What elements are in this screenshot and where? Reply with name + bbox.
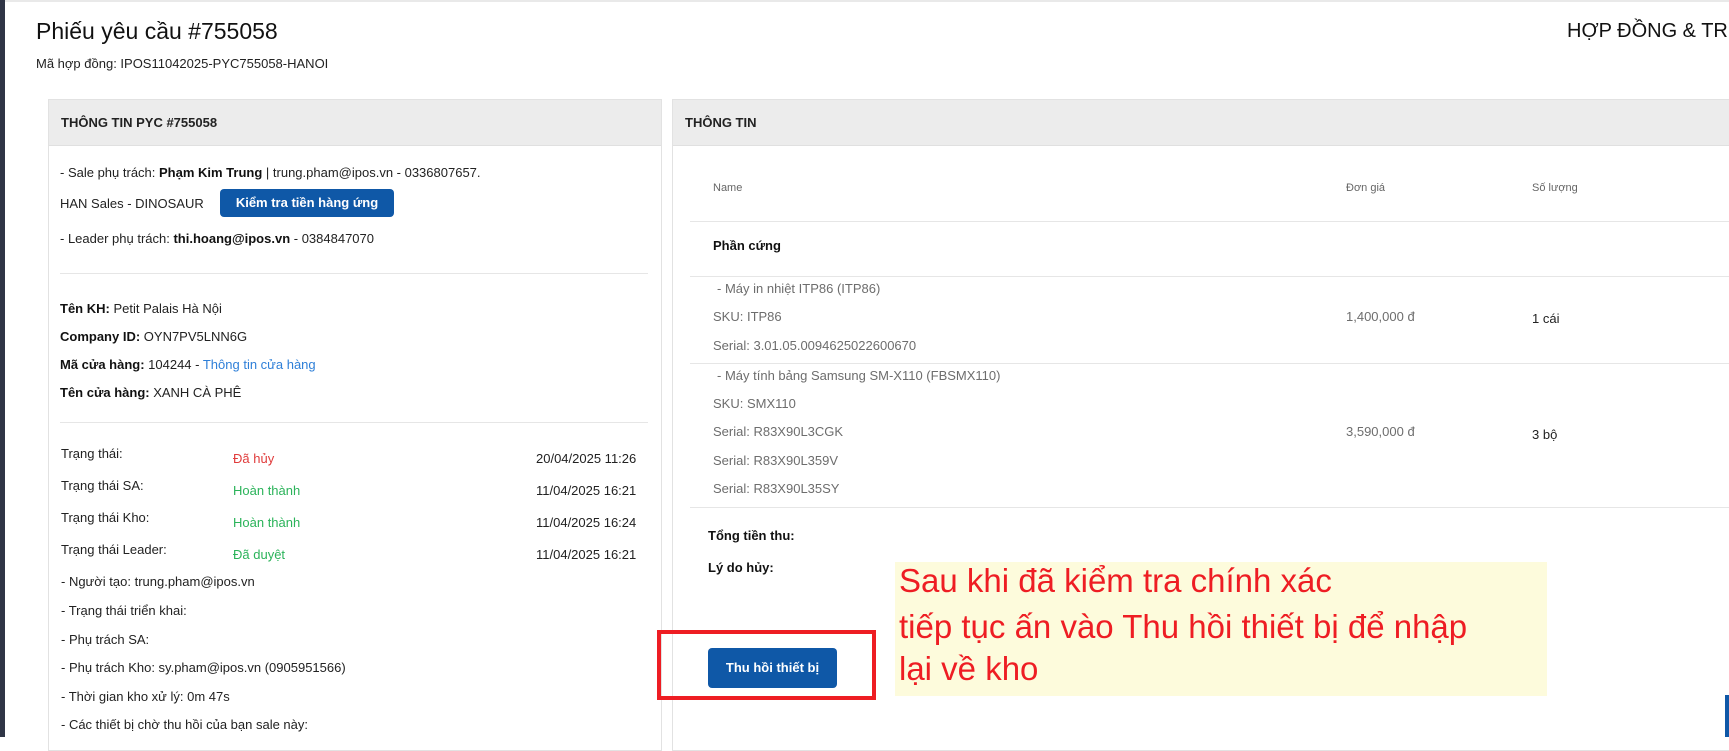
contract-code: Mã hợp đồng: IPOS11042025-PYC755058-HANO… bbox=[36, 56, 329, 71]
item-name: - Máy tính bảng Samsung SM-X110 (FBSMX11… bbox=[717, 368, 1001, 383]
item-serial: Serial: R83X90L3CGK bbox=[713, 424, 844, 439]
note-line: tiếp tục ấn vào Thu hồi thiết bị để nhập bbox=[899, 608, 1468, 645]
store-code-label: Mã cửa hàng: bbox=[60, 357, 145, 372]
section-title-contract: HỢP ĐỒNG & TR bbox=[1567, 20, 1728, 42]
leader-status-value: Đã duyệt bbox=[233, 547, 286, 562]
column-qty: Số lượng bbox=[1532, 182, 1578, 194]
leader-status-label: Trạng thái Leader: bbox=[61, 542, 167, 557]
customer-name: Tên KH: Petit Palais Hà Nội bbox=[60, 301, 222, 316]
leader-email: thi.hoang@ipos.vn bbox=[173, 231, 291, 246]
note-line: lại về kho bbox=[899, 650, 1039, 687]
status-time: 20/04/2025 11:26 bbox=[536, 451, 637, 466]
item-serial: Serial: R83X90L35SY bbox=[713, 481, 840, 496]
store-code: Mã cửa hàng: 104244 - Thông tin cửa hàng bbox=[60, 357, 316, 372]
warehouse-owner: - Phụ trách Kho: sy.pham@ipos.vn (090595… bbox=[61, 660, 346, 675]
store-name-value: XANH CÀ PHÊ bbox=[149, 385, 242, 400]
item-qty: 3 bộ bbox=[1532, 427, 1558, 442]
store-info-link[interactable]: Thông tin cửa hàng bbox=[203, 357, 316, 372]
sale-contact: | trung.pham@ipos.vn - 0336807657. bbox=[262, 165, 481, 180]
total-label: Tổng tiền thu: bbox=[708, 528, 795, 543]
store-code-value: 104244 - bbox=[144, 357, 203, 372]
info-panel-header: THÔNG TIN bbox=[673, 100, 1729, 146]
item-qty: 1 cái bbox=[1532, 311, 1560, 326]
warehouse-status-time: 11/04/2025 16:24 bbox=[536, 515, 637, 530]
sa-status-time: 11/04/2025 16:21 bbox=[536, 483, 637, 498]
sale-info: - Sale phụ trách: Phạm Kim Trung | trung… bbox=[60, 165, 481, 180]
section-hardware: Phần cứng bbox=[713, 238, 781, 253]
pending-recall-devices: - Các thiết bị chờ thu hồi của bạn sale … bbox=[61, 717, 308, 732]
divider bbox=[60, 273, 648, 274]
creator: - Người tạo: trung.pham@ipos.vn bbox=[61, 574, 255, 589]
status-label: Trạng thái: bbox=[61, 446, 123, 461]
divider bbox=[60, 422, 648, 423]
item-price: 1,400,000 đ bbox=[1346, 309, 1415, 324]
company-id-label: Company ID: bbox=[60, 329, 141, 344]
edge-widget bbox=[1725, 695, 1729, 737]
check-advance-button[interactable]: Kiểm tra tiền hàng ứng bbox=[220, 189, 394, 217]
warehouse-processing-time: - Thời gian kho xử lý: 0m 47s bbox=[61, 689, 230, 704]
customer-name-label: Tên KH: bbox=[60, 301, 110, 316]
table-divider bbox=[690, 363, 1729, 364]
warehouse-status-value: Hoàn thành bbox=[233, 515, 301, 530]
company-id: Company ID: OYN7PV5LNN6G bbox=[60, 329, 247, 344]
store-name-label: Tên cửa hàng: bbox=[60, 385, 150, 400]
sa-owner: - Phụ trách SA: bbox=[61, 632, 150, 647]
instruction-note: Sau khi đã kiểm tra chính xác tiếp tục ấ… bbox=[895, 562, 1547, 696]
table-divider bbox=[690, 221, 1729, 222]
sale-name: Phạm Kim Trung bbox=[159, 165, 263, 180]
item-sku: SKU: ITP86 bbox=[713, 309, 782, 324]
sales-team: HAN Sales - DINOSAUR bbox=[60, 196, 204, 211]
cancel-reason-label: Lý do hủy: bbox=[708, 560, 774, 575]
sale-prefix: - Sale phụ trách: bbox=[60, 165, 159, 180]
window-edge bbox=[0, 0, 5, 737]
highlight-box bbox=[657, 630, 876, 700]
item-serial: Serial: R83X90L359V bbox=[713, 453, 839, 468]
company-id-value: OYN7PV5LNN6G bbox=[140, 329, 248, 344]
warehouse-status-label: Trạng thái Kho: bbox=[61, 510, 150, 525]
store-name: Tên cửa hàng: XANH CÀ PHÊ bbox=[60, 385, 241, 400]
table-divider bbox=[690, 507, 1729, 508]
leader-prefix: - Leader phụ trách: bbox=[60, 231, 174, 246]
status-value: Đã hủy bbox=[233, 451, 275, 466]
deploy-status: - Trạng thái triển khai: bbox=[61, 603, 187, 618]
column-price: Đơn giá bbox=[1346, 182, 1386, 194]
leader-status-time: 11/04/2025 16:21 bbox=[536, 547, 637, 562]
sa-status-label: Trạng thái SA: bbox=[61, 478, 144, 493]
table-divider bbox=[690, 276, 1729, 277]
note-line: Sau khi đã kiểm tra chính xác bbox=[899, 562, 1332, 599]
item-name: - Máy in nhiệt ITP86 (ITP86) bbox=[717, 281, 881, 296]
column-name: Name bbox=[713, 182, 743, 194]
item-serial: Serial: 3.01.05.0094625022600670 bbox=[713, 338, 917, 353]
item-price: 3,590,000 đ bbox=[1346, 424, 1415, 439]
sa-status-value: Hoàn thành bbox=[233, 483, 301, 498]
item-sku: SKU: SMX110 bbox=[713, 396, 796, 411]
page-title: Phiếu yêu cầu #755058 bbox=[36, 18, 278, 44]
top-border bbox=[5, 0, 1729, 2]
customer-name-value: Petit Palais Hà Nội bbox=[109, 301, 222, 316]
leader-info: - Leader phụ trách: thi.hoang@ipos.vn - … bbox=[60, 231, 374, 246]
request-info-header: THÔNG TIN PYC #755058 bbox=[49, 100, 661, 146]
leader-phone: - 0384847070 bbox=[290, 231, 374, 246]
